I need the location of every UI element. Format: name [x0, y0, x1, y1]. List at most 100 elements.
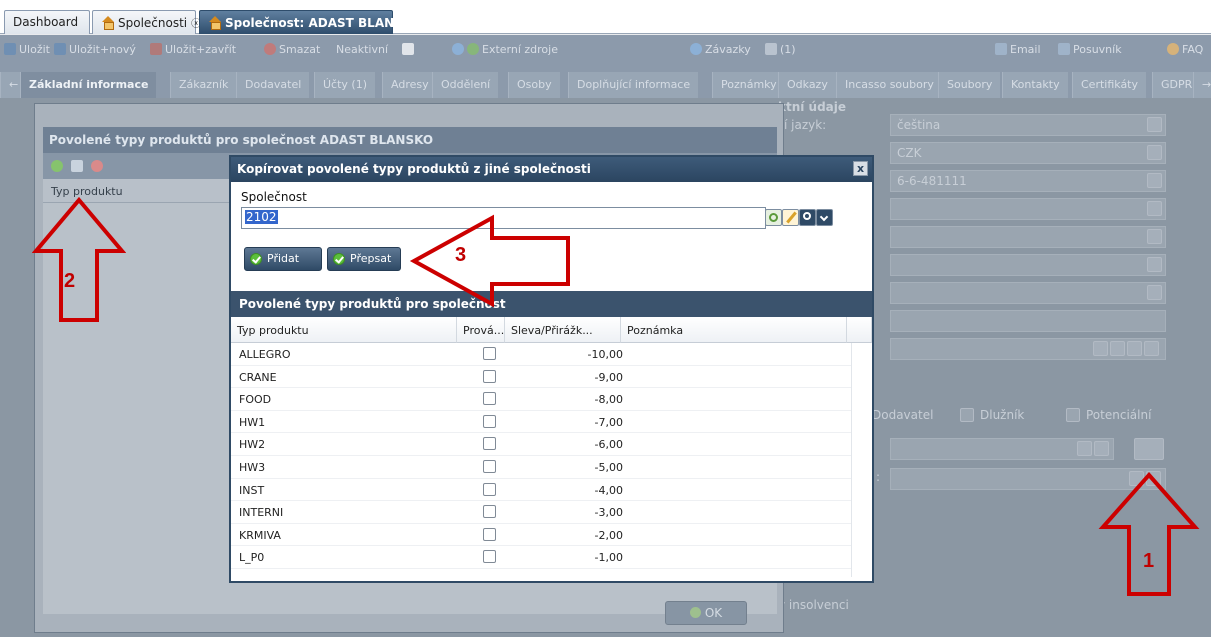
commission-checkbox[interactable] [483, 505, 496, 519]
potential-checkbox[interactable] [1066, 408, 1080, 422]
save-new-button[interactable]: Uložit+nový [54, 43, 136, 56]
play-icon[interactable] [1147, 285, 1162, 300]
commission-checkbox[interactable] [483, 437, 496, 451]
add-icon[interactable] [51, 160, 63, 172]
tab-dashboard[interactable]: Dashboard [4, 10, 90, 34]
currency-value: CZK [897, 146, 922, 160]
account-field[interactable]: 6-6-481111 [890, 170, 1166, 192]
delete-button[interactable]: Smazat [264, 43, 320, 56]
close-tab-icon[interactable]: ⓧ [426, 15, 436, 30]
tab-incasso-files[interactable]: Incasso soubory [836, 72, 942, 98]
form-field[interactable] [890, 282, 1166, 304]
save-button[interactable]: Uložit [4, 43, 50, 56]
tab-supplier[interactable]: Dodavatel [236, 72, 310, 98]
commission-checkbox[interactable] [483, 482, 496, 496]
save-close-button[interactable]: Uložit+zavřít [150, 43, 236, 56]
table-row[interactable]: FOOD -8,00 [231, 388, 851, 411]
commission-checkbox[interactable] [483, 414, 496, 428]
table-row[interactable]: ALLEGRO -10,00 [231, 343, 851, 366]
cell-discount: -8,00 [594, 393, 623, 407]
overwrite-button[interactable]: Přepsat [327, 247, 401, 271]
tab-certificates[interactable]: Certifikáty [1072, 72, 1147, 98]
scroll-left-icon[interactable]: ← [0, 72, 20, 98]
tab-persons[interactable]: Osoby [508, 72, 560, 98]
liabilities-button[interactable]: Závazky [690, 43, 751, 56]
currency-select[interactable]: CZK [890, 142, 1166, 164]
chevron-down-icon[interactable] [1094, 441, 1109, 456]
column-header-note[interactable]: Poznámka [621, 317, 847, 343]
commission-checkbox[interactable] [483, 347, 496, 360]
form-field[interactable] [890, 198, 1166, 220]
vertical-scrollbar[interactable] [851, 343, 872, 577]
column-header-product-type[interactable]: Typ produktu [231, 317, 457, 343]
tab-additional-info[interactable]: Doplňující informace [568, 72, 699, 98]
add-icon[interactable] [1093, 341, 1108, 356]
print-icon[interactable] [1134, 438, 1164, 460]
table-row[interactable]: INTERNI -3,00 [231, 501, 851, 524]
faq-button[interactable]: FAQ [1167, 43, 1203, 56]
add-button[interactable]: Přidat [244, 247, 322, 271]
search-icon[interactable] [799, 209, 816, 226]
commission-checkbox[interactable] [483, 550, 496, 564]
form-field[interactable] [890, 438, 1114, 460]
commission-checkbox[interactable] [483, 460, 496, 473]
tab-accounts[interactable]: Účty (1) [314, 72, 375, 98]
remove-icon[interactable] [91, 160, 103, 172]
edit-icon[interactable] [782, 209, 799, 226]
form-field[interactable] [890, 310, 1166, 332]
copy-from-company-icon[interactable] [71, 160, 83, 172]
table-row[interactable]: KRMIVA -2,00 [231, 524, 851, 547]
table-row[interactable]: HW2 -6,00 [231, 433, 851, 456]
scroll-right-icon[interactable]: → [1193, 72, 1211, 98]
tab-notes[interactable]: Poznámky [712, 72, 785, 98]
inactive-checkbox[interactable] [402, 43, 415, 55]
play-icon[interactable] [1147, 229, 1162, 244]
language-select[interactable]: čeština [890, 114, 1166, 136]
chevron-down-icon[interactable] [1147, 117, 1162, 132]
clear-icon[interactable] [1110, 341, 1125, 356]
ok-button[interactable]: OK [665, 601, 747, 625]
tab-departments[interactable]: Oddělení [432, 72, 499, 98]
search-icon[interactable] [1127, 341, 1142, 356]
clear-icon[interactable] [1077, 441, 1092, 456]
column-header-discount[interactable]: Sleva/Přirážk... [505, 317, 621, 343]
table-row[interactable]: HW1 -7,00 [231, 411, 851, 434]
annotation-arrow-3 [409, 214, 570, 308]
email-button[interactable]: Email [995, 43, 1041, 56]
column-header-commission[interactable]: Prová... [457, 317, 505, 343]
add-icon[interactable] [765, 209, 782, 226]
play-icon[interactable] [1147, 257, 1162, 272]
play-icon[interactable] [1147, 201, 1162, 216]
commission-checkbox[interactable] [483, 369, 496, 383]
play-icon[interactable] [1147, 173, 1162, 188]
form-field[interactable] [890, 254, 1166, 276]
cell-product-type: INTERNI [239, 506, 284, 520]
tab-contacts[interactable]: Kontakty [1002, 72, 1068, 98]
close-icon[interactable]: x [853, 161, 868, 176]
table-row[interactable]: INST -4,00 [231, 479, 851, 502]
table-row[interactable]: L_P0 -1,00 [231, 546, 851, 569]
form-field[interactable] [890, 226, 1166, 248]
tab-companies[interactable]: Společnosti ⓧ [92, 10, 201, 34]
table-row[interactable]: CRANE -9,00 [231, 366, 851, 389]
tab-company-detail[interactable]: Společnost: ADAST BLANSKO ⓧ [199, 10, 436, 34]
dialog-title: Povolené typy produktů pro společnost AD… [43, 127, 777, 153]
chevron-down-icon[interactable] [1144, 341, 1159, 356]
chevron-down-icon[interactable] [1147, 145, 1162, 160]
tab-basic-info[interactable]: Základní informace [20, 72, 157, 98]
tab-addresses[interactable]: Adresy [382, 72, 437, 98]
debtor-checkbox[interactable] [960, 408, 974, 422]
lookup-field[interactable] [890, 338, 1166, 360]
messages-button[interactable]: (1) [765, 43, 796, 56]
tab-customer[interactable]: Zákazník [170, 72, 237, 98]
commission-checkbox[interactable] [483, 392, 496, 406]
inactive-button[interactable]: Neaktivní [336, 43, 417, 56]
external-sources-button[interactable]: Externí zdroje [452, 43, 558, 56]
chevron-down-icon[interactable] [816, 209, 833, 226]
dialog-title-text: Kopírovat povolené typy produktů z jiné … [237, 162, 591, 176]
tab-links[interactable]: Odkazy [778, 72, 836, 98]
commission-checkbox[interactable] [483, 527, 496, 541]
table-row[interactable]: HW3 -5,00 [231, 456, 851, 479]
tab-files[interactable]: Soubory [938, 72, 1001, 98]
scroll-button[interactable]: Posuvník [1058, 43, 1122, 56]
